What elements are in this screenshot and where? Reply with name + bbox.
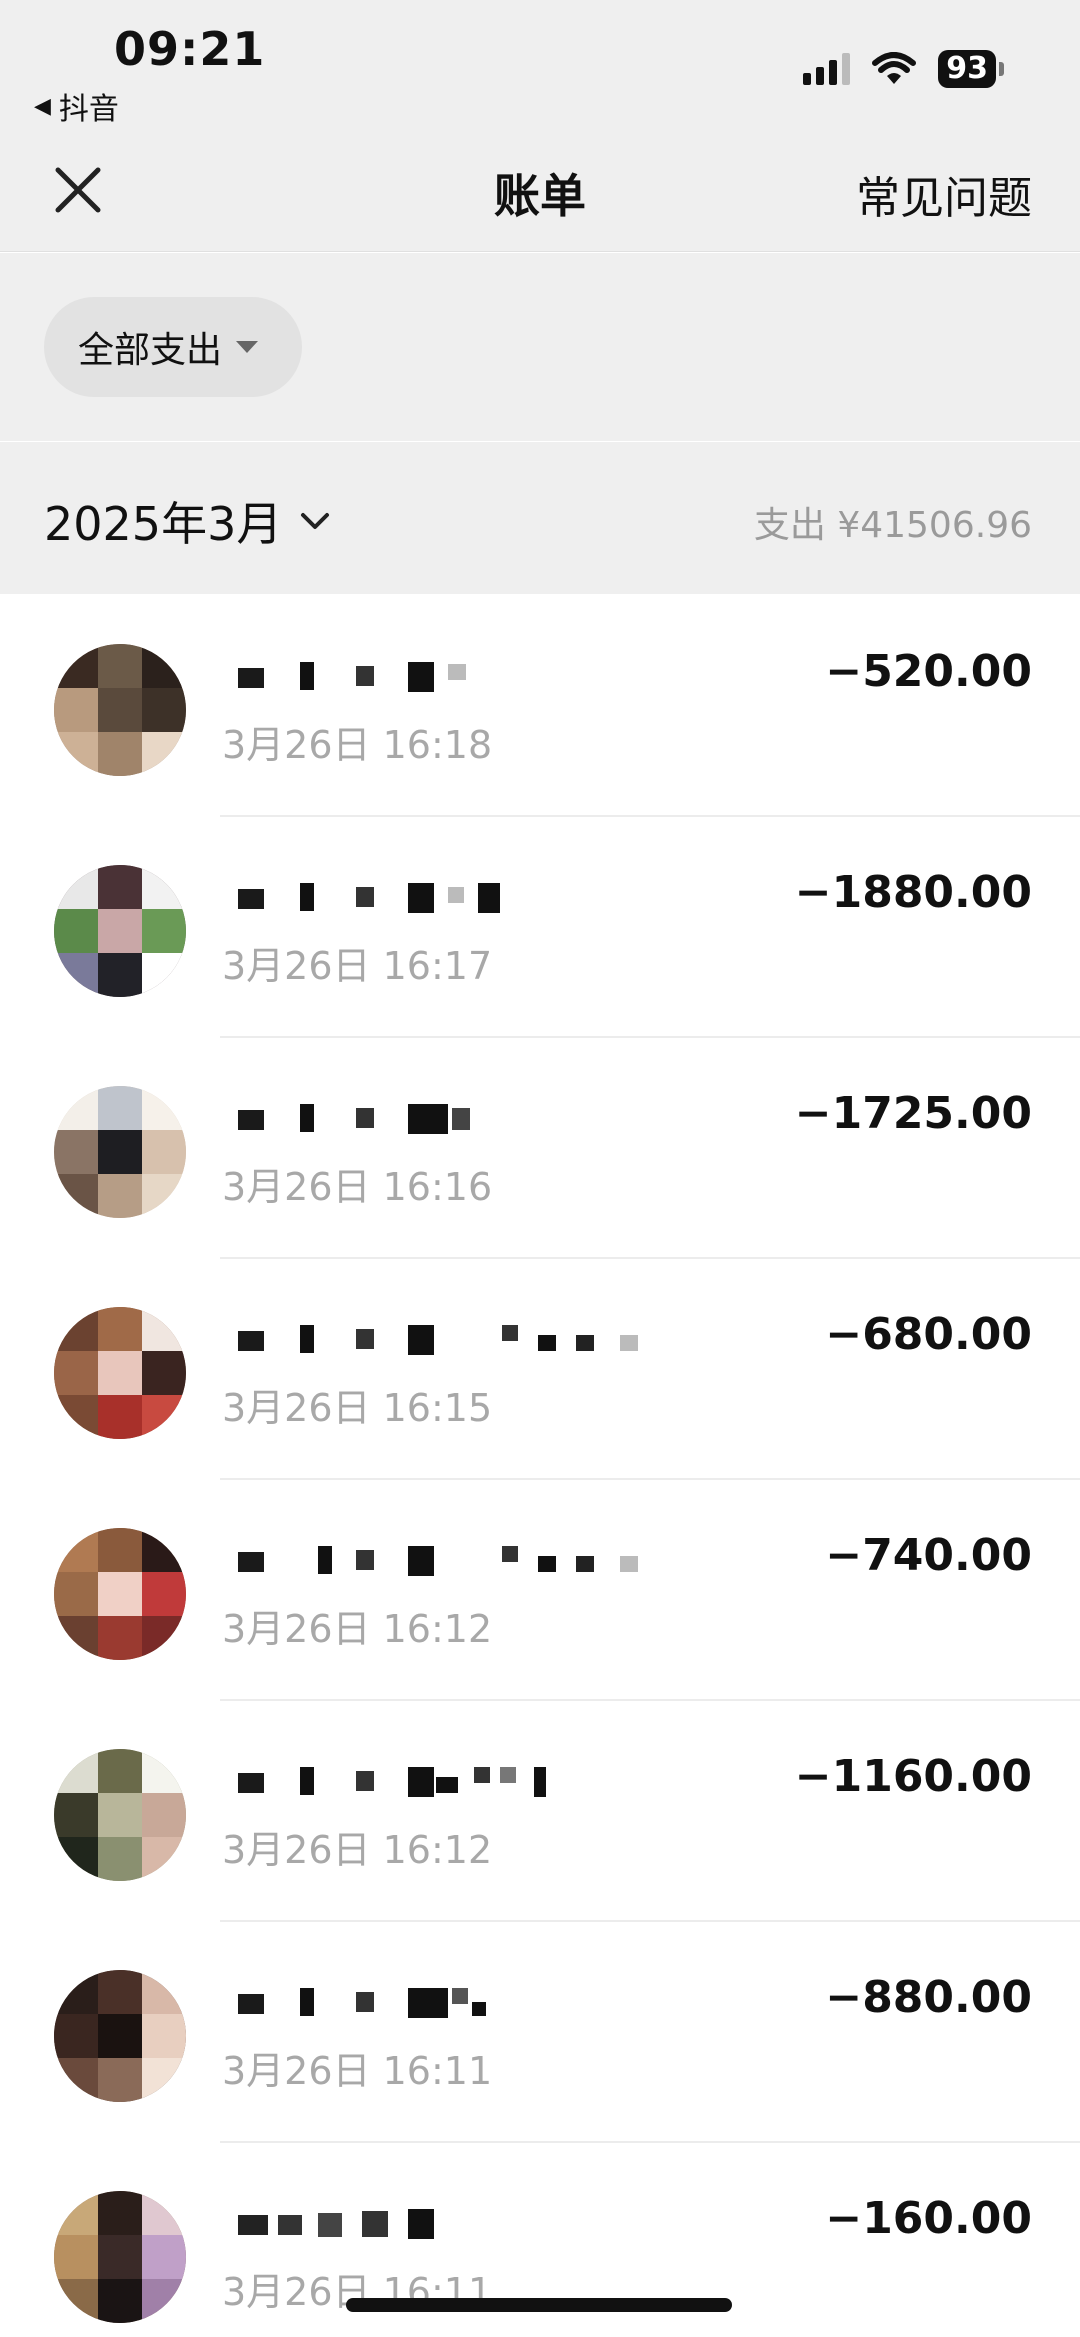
merchant-name-redacted [238,1546,638,1576]
back-triangle-icon: ◀ [34,93,51,119]
transaction-row[interactable]: 3月26日 16:15 −680.00 [0,1259,1080,1480]
merchant-name-redacted [238,1767,546,1797]
transaction-row[interactable]: 3月26日 16:12 −740.00 [0,1480,1080,1701]
transaction-time: 3月26日 16:12 [222,1607,493,1651]
system-icons: 93 [803,50,1004,88]
month-header: 2025年3月 支出 ¥41506.96 [0,442,1080,594]
filter-bar: 全部支出 [0,253,1080,441]
transaction-row[interactable]: 3月26日 16:17 −1880.00 [0,817,1080,1038]
transaction-row[interactable]: 3月26日 16:16 −1725.00 [0,1038,1080,1259]
avatar [54,1307,186,1439]
transaction-amount: −1725.00 [794,1088,1032,1139]
filter-label: 全部支出 [78,330,223,371]
transaction-time: 3月26日 16:18 [222,723,493,767]
transaction-time: 3月26日 16:11 [222,2049,493,2093]
transaction-time: 3月26日 16:16 [222,1165,493,1209]
battery-icon: 93 [938,50,1004,88]
expense-filter-dropdown[interactable]: 全部支出 [44,297,302,397]
transaction-row[interactable]: 3月26日 16:12 −1160.00 [0,1701,1080,1922]
transaction-amount: −680.00 [825,1309,1032,1360]
merchant-name-redacted [238,2209,434,2239]
avatar [54,644,186,776]
month-expense-total: 支出 ¥41506.96 [753,505,1032,546]
chevron-down-icon [301,513,330,529]
navigation-bar: 账单 常见问题 [0,130,1080,252]
transaction-amount: −880.00 [825,1972,1032,2023]
avatar [54,1970,186,2102]
avatar [54,865,186,997]
month-label: 2025年3月 [44,497,283,551]
transaction-amount: −1880.00 [794,867,1032,918]
merchant-name-redacted [238,662,466,692]
faq-link[interactable]: 常见问题 [856,162,1032,226]
transaction-amount: −520.00 [825,646,1032,697]
transaction-row[interactable]: 3月26日 16:11 −880.00 [0,1922,1080,2143]
back-app-label: 抖音 [58,92,119,127]
transaction-amount: −1160.00 [794,1751,1032,1802]
transaction-time: 3月26日 16:17 [222,944,493,988]
status-time: 09:21 [114,22,266,76]
home-indicator[interactable] [346,2298,732,2312]
caret-down-icon [236,341,259,353]
avatar [54,1749,186,1881]
transaction-time: 3月26日 16:15 [222,1386,493,1430]
merchant-name-redacted [238,883,500,913]
battery-level: 93 [938,50,996,88]
transaction-list: 3月26日 16:18 −520.00 3月26日 16:17 −1880.00… [0,596,1080,2337]
transaction-time: 3月26日 16:12 [222,1828,493,1872]
status-bar: 09:21 ◀ 抖音 93 [0,0,1080,130]
cellular-signal-icon [803,53,851,85]
merchant-name-redacted [238,1104,470,1134]
wifi-icon [872,52,917,84]
merchant-name-redacted [238,1988,486,2018]
avatar [54,1528,186,1660]
transaction-amount: −740.00 [825,1530,1032,1581]
transaction-row[interactable]: 3月26日 16:18 −520.00 [0,596,1080,817]
month-selector[interactable]: 2025年3月 [44,488,332,554]
transaction-amount: −160.00 [825,2193,1032,2244]
avatar [54,2191,186,2323]
back-to-app-link[interactable]: ◀ 抖音 [34,84,119,128]
avatar [54,1086,186,1218]
merchant-name-redacted [238,1325,638,1355]
